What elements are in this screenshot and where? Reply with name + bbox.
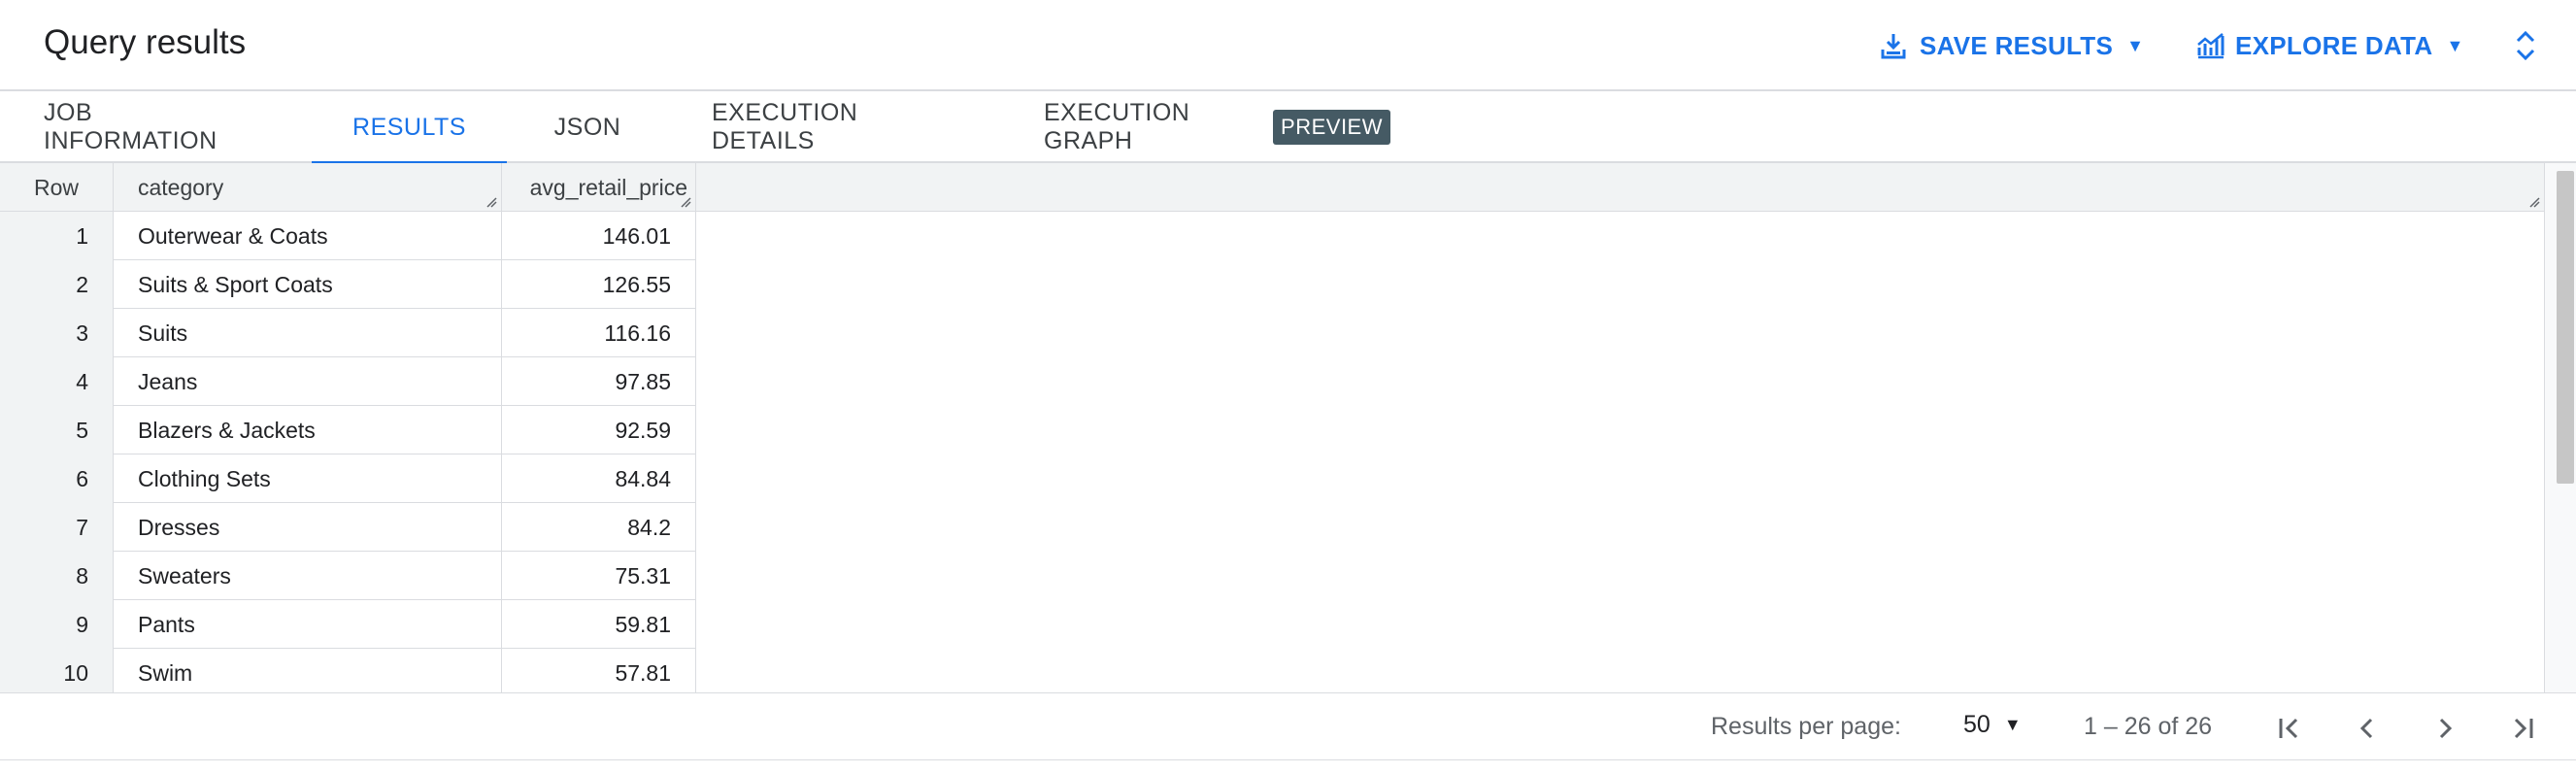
results-table: Row category avg_retail_price 1 Outerwea…	[0, 163, 2544, 692]
table-row[interactable]: 1 Outerwear & Coats 146.01	[0, 212, 696, 260]
tab-label: JOB INFORMATION	[44, 99, 217, 154]
category-cell[interactable]: Outerwear & Coats	[114, 212, 502, 260]
next-page-icon	[2439, 718, 2453, 739]
column-header-row[interactable]: Row	[0, 163, 114, 212]
category-cell[interactable]: Suits	[114, 309, 502, 357]
caret-down-icon: ▼	[2446, 35, 2464, 55]
last-page-icon	[2514, 718, 2533, 739]
category-cell[interactable]: Clothing Sets	[114, 454, 502, 503]
table-row[interactable]: 4 Jeans 97.85	[0, 357, 696, 406]
category-cell[interactable]: Pants	[114, 600, 502, 649]
avg-retail-price-cell[interactable]: 116.16	[502, 309, 696, 357]
category-cell[interactable]: Jeans	[114, 357, 502, 406]
save-results-button[interactable]: SAVE RESULTS ▼	[1881, 25, 2144, 66]
column-header-label: Row	[33, 174, 79, 200]
table-row[interactable]: 8 Sweaters 75.31	[0, 552, 696, 600]
avg-retail-price-cell[interactable]: 59.81	[502, 600, 696, 649]
row-number: 5	[0, 406, 114, 454]
tab-label: EXECUTION DETAILS	[712, 99, 858, 154]
avg-retail-price-cell[interactable]: 97.85	[502, 357, 696, 406]
caret-down-icon: ▼	[2003, 715, 2022, 734]
table-row[interactable]: 6 Clothing Sets 84.84	[0, 454, 696, 503]
next-page-button[interactable]	[2427, 711, 2462, 746]
row-number: 7	[0, 503, 114, 552]
tab-execution-graph[interactable]: EXECUTION GRAPH PREVIEW	[1044, 91, 1390, 163]
table-header-row: Row category avg_retail_price	[0, 163, 2544, 212]
table-row[interactable]: 5 Blazers & Jackets 92.59	[0, 406, 696, 454]
expand-collapse-icon[interactable]	[2508, 25, 2543, 66]
previous-page-button[interactable]	[2350, 711, 2385, 746]
results-per-page-select[interactable]: 50 ▼	[1963, 711, 2022, 739]
save-results-label: SAVE RESULTS	[1920, 30, 2114, 60]
tab-label: EXECUTION GRAPH	[1044, 99, 1190, 154]
column-header-category[interactable]: category	[114, 163, 502, 212]
results-per-page-label: Results per page:	[1711, 713, 1901, 740]
results-per-page-value: 50	[1963, 711, 1991, 738]
column-header-avg-retail-price[interactable]: avg_retail_price	[502, 163, 696, 212]
column-header-label: avg_retail_price	[529, 174, 687, 200]
caret-down-icon: ▼	[2126, 35, 2145, 55]
row-number: 10	[0, 649, 114, 692]
vertical-scrollbar[interactable]	[2544, 163, 2576, 692]
download-icon	[1881, 31, 1910, 60]
preview-badge: PREVIEW	[1273, 110, 1390, 145]
table-row[interactable]: 3 Suits 116.16	[0, 309, 696, 357]
tab-job-information[interactable]: JOB INFORMATION	[44, 91, 267, 163]
tab-results[interactable]: RESULTS	[312, 91, 507, 165]
category-cell[interactable]: Sweaters	[114, 552, 502, 600]
column-resize-icon[interactable]	[680, 196, 691, 208]
row-number: 1	[0, 212, 114, 260]
row-number: 4	[0, 357, 114, 406]
page-title: Query results	[44, 23, 247, 61]
scrollbar-thumb[interactable]	[2557, 171, 2574, 484]
avg-retail-price-cell[interactable]: 84.84	[502, 454, 696, 503]
avg-retail-price-cell[interactable]: 126.55	[502, 260, 696, 309]
results-tabs: JOB INFORMATION RESULTS JSON EXECUTION D…	[0, 91, 2576, 165]
avg-retail-price-cell[interactable]: 146.01	[502, 212, 696, 260]
pagination-bar: Results per page: 50 ▼ 1 – 26 of 26	[0, 692, 2576, 760]
avg-retail-price-cell[interactable]: 92.59	[502, 406, 696, 454]
category-cell[interactable]: Swim	[114, 649, 502, 692]
row-number: 6	[0, 454, 114, 503]
explore-data-label: EXPLORE DATA	[2235, 30, 2433, 60]
column-header-empty	[696, 163, 2544, 212]
table-row[interactable]: 2 Suits & Sport Coats 126.55	[0, 260, 696, 309]
tab-execution-details[interactable]: EXECUTION DETAILS	[712, 91, 953, 163]
prev-page-icon	[2359, 718, 2373, 739]
first-page-icon	[2279, 718, 2298, 739]
category-cell[interactable]: Blazers & Jackets	[114, 406, 502, 454]
table-row[interactable]: 10 Swim 57.81	[0, 649, 696, 692]
column-resize-icon[interactable]	[485, 196, 497, 208]
last-page-button[interactable]	[2505, 711, 2540, 746]
results-header: Query results SAVE RESULTS ▼ EXPLORE DAT…	[0, 0, 2576, 91]
row-number: 9	[0, 600, 114, 649]
avg-retail-price-cell[interactable]: 75.31	[502, 552, 696, 600]
explore-data-button[interactable]: EXPLORE DATA ▼	[2196, 25, 2464, 66]
avg-retail-price-cell[interactable]: 84.2	[502, 503, 696, 552]
avg-retail-price-cell[interactable]: 57.81	[502, 649, 696, 692]
tab-label: JSON	[553, 113, 621, 141]
row-number: 8	[0, 552, 114, 600]
column-resize-icon[interactable]	[2528, 196, 2540, 208]
category-cell[interactable]: Suits & Sport Coats	[114, 260, 502, 309]
table-row[interactable]: 7 Dresses 84.2	[0, 503, 696, 552]
row-number: 2	[0, 260, 114, 309]
category-cell[interactable]: Dresses	[114, 503, 502, 552]
tab-json[interactable]: JSON	[549, 91, 626, 163]
table-row[interactable]: 9 Pants 59.81	[0, 600, 696, 649]
explore-chart-icon	[2196, 31, 2225, 60]
row-number: 3	[0, 309, 114, 357]
page-range-text: 1 – 26 of 26	[2084, 713, 2213, 740]
first-page-button[interactable]	[2272, 711, 2307, 746]
column-header-label: category	[138, 174, 224, 200]
tab-label: RESULTS	[352, 113, 466, 141]
